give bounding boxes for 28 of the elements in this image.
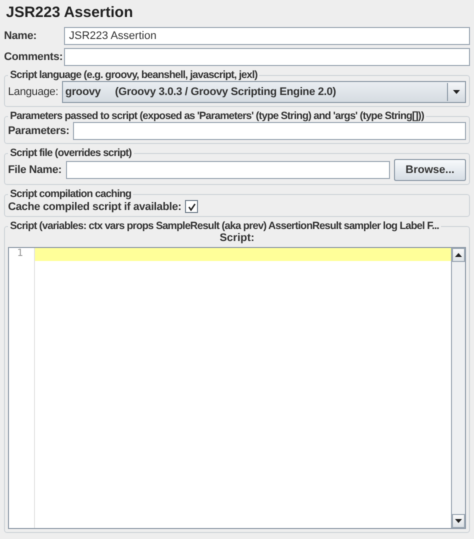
name-field[interactable]: JSR223 Assertion (64, 27, 470, 45)
file-name-label: File Name: (8, 164, 62, 176)
language-label: Language: (8, 86, 58, 98)
scroll-up-button[interactable] (452, 248, 465, 262)
comments-label: Comments: (4, 51, 60, 63)
section-title: Script (variables: ctx vars props SampleResult (aka prev) AssertionResult sampler log Label F... (9, 220, 440, 232)
cache-label: Cache compiled script if available: (8, 200, 182, 212)
scroll-down-button[interactable] (452, 514, 465, 528)
comments-field[interactable] (64, 48, 470, 66)
parameters-field[interactable] (73, 122, 466, 140)
name-label: Name: (4, 30, 38, 42)
section-title: Script compilation caching (9, 188, 132, 200)
language-dropdown[interactable]: groovy (Groovy 3.0.3 / Groovy Scripting Engine 2.0) (62, 81, 466, 103)
panel-title: JSR223 Assertion (5, 3, 134, 23)
browse-button[interactable]: Browse... (394, 159, 466, 181)
dropdown-button[interactable] (447, 83, 465, 101)
down-arrow-icon (453, 90, 460, 94)
section-title: Script file (overrides script) (9, 147, 133, 159)
line-number: 1 (16, 248, 24, 261)
down-arrow-icon (455, 519, 462, 523)
section-title: Script language (e.g. groovy, beanshell, javascript, jexl) (9, 69, 258, 81)
cache-checkbox[interactable] (185, 200, 198, 213)
up-arrow-icon (455, 253, 462, 257)
script-label: Script: (218, 232, 256, 244)
checkmark-icon (188, 202, 196, 210)
file-name-field[interactable] (66, 161, 390, 179)
section-title: Parameters passed to script (exposed as 'Parameters' (type String) and 'args' (type String[])) (9, 110, 426, 122)
parameters-label: Parameters: (8, 125, 70, 137)
